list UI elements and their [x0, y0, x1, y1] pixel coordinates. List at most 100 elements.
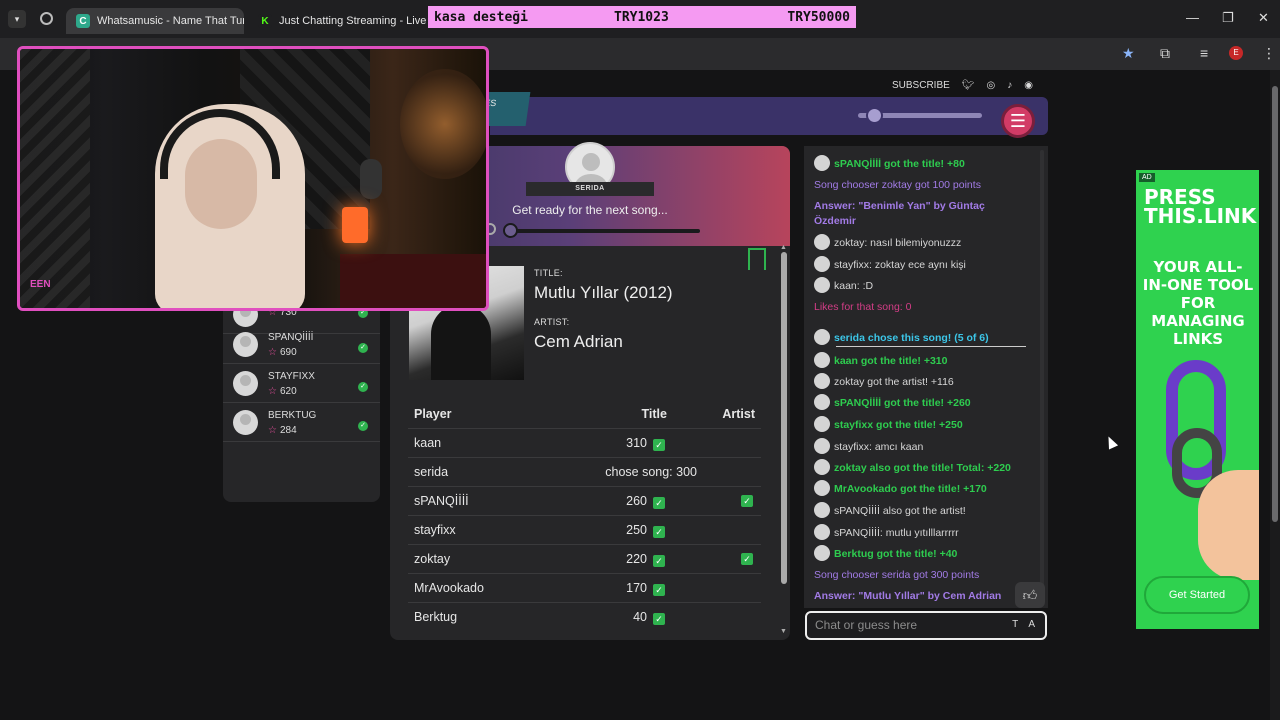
tab-whatsamusic[interactable]: C Whatsamusic - Name That Tune ✕ [66, 8, 244, 34]
row-player: kaan [414, 436, 442, 450]
row-title-score: 310 [626, 436, 647, 450]
tab-search-button[interactable]: ▾ [8, 10, 26, 28]
ad-headline: PRESS THIS.LINK [1144, 185, 1257, 228]
profile-avatar[interactable]: E [1229, 46, 1243, 60]
avatar [814, 438, 830, 454]
chat-message-text: sPANQİİİİ also got the artist! [834, 505, 966, 517]
player-name: SPANQİİİİ [268, 332, 314, 343]
star-icon: ☆ [268, 347, 277, 358]
row-player: zoktay [414, 552, 451, 566]
donation-label: kasa desteği [434, 9, 528, 25]
maximize-icon[interactable]: ❐ [1222, 10, 1234, 26]
chat-message-text: Berktug got the title! +40 [834, 548, 958, 560]
kick-favicon-icon: K [258, 14, 272, 28]
avatar [233, 410, 258, 435]
bookmark-icon[interactable] [748, 248, 766, 270]
song-title: Mutlu Yıllar (2012) [534, 283, 673, 302]
volume-slider-handle[interactable] [866, 107, 883, 124]
discord-icon[interactable]: ◉ [1024, 80, 1033, 91]
advertisement[interactable]: AD PRESS THIS.LINK YOUR ALL-IN-ONE TOOL … [1136, 170, 1259, 629]
chat-message: sPANQİİİİ got the title! +260 [814, 394, 1034, 411]
mug [342, 207, 368, 243]
check-icon: ✓ [358, 421, 368, 431]
chat-message-text: MrAvookado got the title! +170 [834, 483, 987, 495]
chat-message-text: stayfixx: amcı kaan [834, 441, 924, 453]
leaderboard-row: BERKTUG ☆ 284 ✓ [223, 404, 380, 442]
artist-label: ARTIST: [534, 317, 570, 327]
instagram-icon[interactable]: ◎ [987, 80, 996, 91]
table-row: kaan 310 ✓ [408, 429, 761, 458]
subscribe-link[interactable]: SUBSCRIBE [892, 80, 950, 91]
player-score: 620 [279, 386, 297, 397]
scroll-up-icon[interactable]: ▲ [780, 244, 787, 251]
bookmark-star-icon[interactable]: ★ [1122, 45, 1135, 62]
extensions-icon[interactable]: ⧉ [1160, 45, 1170, 62]
check-icon: ✓ [653, 439, 665, 451]
chat-message-text: stayfixx got the title! +250 [834, 419, 963, 431]
avatar [814, 373, 830, 389]
leaderboard-row: STAYFIXX ☆ 620 ✓ [223, 365, 380, 403]
browser-menu-icon[interactable]: ⋮ [1262, 45, 1276, 62]
chat-message: MrAvookado got the title! +170 [814, 480, 1034, 497]
player-name: STAYFIXX [268, 371, 315, 382]
close-window-icon[interactable]: ✕ [1258, 10, 1269, 26]
ad-cta-button[interactable]: Get Started [1144, 576, 1250, 614]
chat-message: Song chooser zoktay got 100 points [814, 177, 1034, 193]
scroll-down-icon[interactable]: ▼ [780, 628, 787, 635]
chat-message: Answer: "Mutlu Yıllar" by Cem Adrian [814, 588, 1034, 604]
chat-message: serida chose this song! (5 of 6) [814, 329, 1034, 346]
artist-check-icon: ✓ [741, 553, 753, 565]
panel-scrollbar[interactable] [781, 252, 787, 584]
page-scrollbar-thumb[interactable] [1272, 86, 1278, 522]
chat-message-text: sPANQİİİİ got the title! +80 [834, 158, 965, 170]
chat-message: zoktay also got the title! Total: +220 [814, 459, 1034, 476]
row-player: MrAvookado [414, 581, 484, 595]
avatar [814, 459, 830, 475]
chat-message-text: zoktay: nasıl bilemiyonuzzz [834, 237, 962, 249]
chat-message: sPANQİİİİ also got the artist! [814, 502, 1034, 519]
whatsamusic-favicon-icon: C [76, 14, 90, 28]
tab-title: Whatsamusic - Name That Tune [97, 15, 244, 27]
song-chooser-name: SERIDA [526, 182, 654, 196]
row-title-score: 220 [626, 552, 647, 566]
artist-check-icon: ✓ [741, 495, 753, 507]
table-row: serida chose song: 300 [408, 458, 761, 487]
text-format-icons[interactable]: T A [1012, 619, 1039, 630]
player-score: 284 [279, 425, 297, 436]
chat-input-box[interactable]: T A [805, 611, 1047, 640]
chat-message-text: Answer: "Mutlu Yıllar" by Cem Adrian [814, 590, 1002, 602]
chat-input[interactable] [815, 618, 1015, 632]
chat-divider [836, 346, 1026, 347]
media-controls-icon[interactable]: ≡ [1200, 45, 1208, 61]
title-label: TITLE: [534, 268, 563, 278]
tiktok-icon[interactable]: ♪ [1007, 80, 1012, 91]
star-icon: ☆ [268, 386, 277, 397]
globe-icon[interactable] [40, 12, 53, 25]
donation-goal: TRY50000 [787, 9, 850, 25]
tab-kick-stream[interactable]: K Just Chatting Streaming - Live S [248, 8, 426, 34]
thumbs-up-icon[interactable]: 👍︎ [1015, 582, 1045, 608]
leaderboard-row: SPANQİİİİ ☆ 690 ✓ [223, 326, 380, 364]
twitter-icon[interactable]: 🐦︎ [962, 80, 975, 91]
row-player: Berktug [414, 610, 458, 624]
player-score: 690 [279, 347, 297, 358]
ad-subhead: YOUR ALL-IN-ONE TOOL FOR MANAGING LINKS [1142, 258, 1254, 348]
webcam-overlay: EEN [17, 46, 489, 311]
avatar [814, 545, 830, 561]
table-row: MrAvookado 170 ✓ [408, 574, 761, 603]
row-title-score: chose song: 300 [605, 465, 697, 479]
chat-message: stayfixx got the title! +250 [814, 416, 1034, 433]
avatar [814, 524, 830, 540]
minimize-icon[interactable]: — [1186, 10, 1199, 25]
hamburger-icon[interactable]: ☰ [1001, 104, 1035, 138]
avatar [814, 256, 830, 272]
social-links: SUBSCRIBE 🐦︎ ◎ ♪ ◉ [892, 78, 1033, 92]
avatar [814, 416, 830, 432]
chat-scrollbar[interactable] [1040, 150, 1044, 594]
avatar [233, 371, 258, 396]
row-title-score: 260 [626, 494, 647, 508]
chat-message-text: Özdemir [814, 215, 857, 227]
donation-current: TRY1023 [614, 9, 669, 25]
row-title-score: 40 [633, 610, 647, 624]
player-name: BERKTUG [268, 410, 317, 421]
